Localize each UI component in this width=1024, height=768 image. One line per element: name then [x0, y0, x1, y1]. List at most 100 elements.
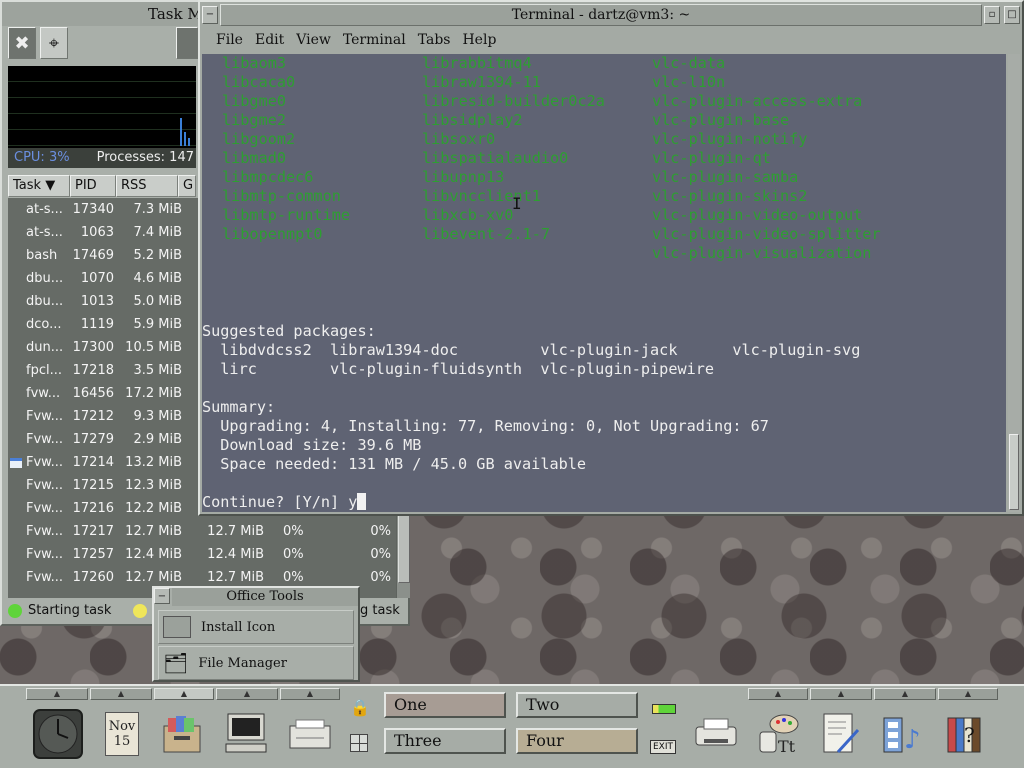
media-player-icon[interactable]: ♪ [874, 704, 934, 764]
package-name: vlc-plugin-qt [652, 149, 771, 167]
panel-tab[interactable]: ▲ [938, 688, 998, 700]
menu-view[interactable]: View [296, 28, 331, 52]
terminal-menubar: File Edit View Terminal Tabs Help [202, 28, 1020, 52]
file-manager-label: File Manager [198, 655, 287, 671]
column-pid[interactable]: PID [70, 175, 116, 197]
ibeam-cursor-icon: I [512, 194, 522, 213]
office-menu-icon[interactable]: − [154, 588, 170, 604]
processes-count: Processes: 147 [96, 150, 194, 165]
cell-rss: 5.9 MiB [133, 317, 182, 332]
windows-grid-icon[interactable] [350, 734, 368, 752]
cell-pid: 17469 [72, 248, 114, 263]
column-task[interactable]: Task ▼ [8, 175, 70, 197]
cell-rss: 12.7 MiB [125, 524, 182, 539]
package-name: libmpcdec6 [222, 168, 314, 186]
help-books-icon[interactable]: ? [936, 704, 996, 764]
lock-icon[interactable]: 🔒 [350, 698, 370, 717]
menu-help[interactable]: Help [462, 28, 496, 52]
cell-pid: 17340 [72, 202, 114, 217]
table-row[interactable]: Fvw... 17257 12.4 MiB 12.4 MiB 0% 0% [8, 543, 403, 566]
table-row[interactable]: Fvw... 17217 12.7 MiB 12.7 MiB 0% 0% [8, 520, 403, 543]
clock-icon[interactable] [28, 704, 88, 764]
package-name: vlc-plugin-base [652, 111, 790, 129]
package-name: libmad0 [222, 149, 287, 167]
cell-task: Fvw... [26, 524, 64, 539]
column-g[interactable]: G [178, 175, 196, 197]
panel-tab[interactable]: ▲ [748, 688, 808, 700]
desk-one[interactable]: One [384, 692, 506, 718]
office-tools-title: Office Tools [172, 588, 358, 606]
cell-rss: 12.4 MiB [125, 547, 182, 562]
panel-tab[interactable]: ▲ [810, 688, 872, 700]
package-name: libresid-builder0c2a [422, 92, 605, 110]
cell-task: at-s... [26, 225, 63, 240]
cell-task: fpcl... [26, 363, 62, 378]
column-rss[interactable]: RSS [116, 175, 178, 197]
terminal-title[interactable]: Terminal - dartz@vm3: ~ [220, 4, 982, 26]
cell-rss: 13.2 MiB [125, 455, 182, 470]
settings-tools-icon[interactable]: ✖ [8, 27, 36, 59]
cell-pid: 17279 [72, 432, 114, 447]
cell-cpu2: 0% [370, 547, 391, 562]
column-task-label: Task [13, 178, 42, 193]
menu-edit[interactable]: Edit [255, 28, 284, 52]
cell-rss2: 12.7 MiB [207, 524, 264, 539]
menu-terminal[interactable]: Terminal [343, 28, 406, 52]
cell-rss: 10.5 MiB [125, 340, 182, 355]
exit-button[interactable]: EXIT [650, 740, 677, 754]
package-name: libsoxr0 [422, 130, 496, 148]
cell-task: Fvw... [26, 432, 64, 447]
cell-rss: 5.2 MiB [133, 248, 182, 263]
file-manager-item[interactable]: 🗂 File Manager [158, 646, 354, 680]
panel-tab[interactable]: ▲ [280, 688, 340, 700]
maximize-icon[interactable]: □ [1004, 6, 1020, 24]
status-yellow-icon [133, 604, 147, 618]
desk-four[interactable]: Four [516, 728, 638, 754]
window-menu-icon[interactable]: − [202, 6, 218, 24]
process-summary-bar: CPU: 3% Processes: 147 [8, 148, 196, 168]
terminal-scrollbar-thumb[interactable] [1009, 434, 1019, 510]
package-name: libupnp13 [422, 168, 505, 186]
menu-tabs[interactable]: Tabs [418, 28, 451, 52]
cell-pid: 17260 [72, 570, 114, 585]
cpu-graph-spike [180, 118, 182, 146]
search-icon[interactable] [176, 27, 198, 59]
panel-tab[interactable]: ▲ [90, 688, 152, 700]
calendar-icon[interactable]: Nov 15 [92, 704, 152, 764]
package-name: vlc-data [652, 54, 726, 72]
menu-file[interactable]: File [216, 28, 243, 52]
svg-text:♪: ♪ [904, 725, 921, 755]
process-table-header: Task ▼ PID RSS G [8, 175, 196, 197]
desk-two[interactable]: Two [516, 692, 638, 718]
terminal-computer-icon[interactable] [216, 704, 276, 764]
text-editor-icon[interactable] [810, 704, 870, 764]
package-name: libgme0 [222, 92, 287, 110]
printer-scanner-icon[interactable] [280, 704, 340, 764]
battery-icon [652, 704, 676, 714]
file-cabinet-icon[interactable] [152, 704, 212, 764]
cell-task: Fvw... [26, 409, 64, 424]
install-icon-item[interactable]: Install Icon [158, 610, 354, 644]
status-text-right: g task [360, 603, 400, 618]
package-name: vlc-l10n [652, 73, 726, 91]
panel-tab[interactable]: ▲ [154, 688, 214, 700]
prompt-line: Continue? [Y/n] y [202, 493, 367, 512]
terminal-screen[interactable]: libaom3 libcaca0 libgme0 libgme2 libgoom2 lib… [202, 54, 1006, 512]
panel-tab[interactable]: ▲ [874, 688, 936, 700]
package-name: vlc-plugin-skins2 [652, 187, 808, 205]
cell-cpu1: 0% [283, 524, 304, 539]
summary-line: Upgrading: 4, Installing: 77, Removing: … [202, 417, 769, 435]
cell-task: dbu... [26, 271, 64, 286]
package-name: libgoom2 [222, 130, 296, 148]
cell-pid: 17215 [72, 478, 114, 493]
package-name: libcaca0 [222, 73, 296, 91]
minimize-icon[interactable]: ▫ [984, 6, 1000, 24]
panel-tab[interactable]: ▲ [26, 688, 88, 700]
panel-tab[interactable]: ▲ [216, 688, 278, 700]
fonts-palette-icon[interactable]: Tt [748, 704, 808, 764]
cell-pid: 17257 [72, 547, 114, 562]
terminal-scrollbar[interactable] [1008, 54, 1020, 512]
printer-icon[interactable] [686, 704, 746, 764]
crosshair-icon[interactable]: ⌖ [40, 27, 68, 59]
desk-three[interactable]: Three [384, 728, 506, 754]
